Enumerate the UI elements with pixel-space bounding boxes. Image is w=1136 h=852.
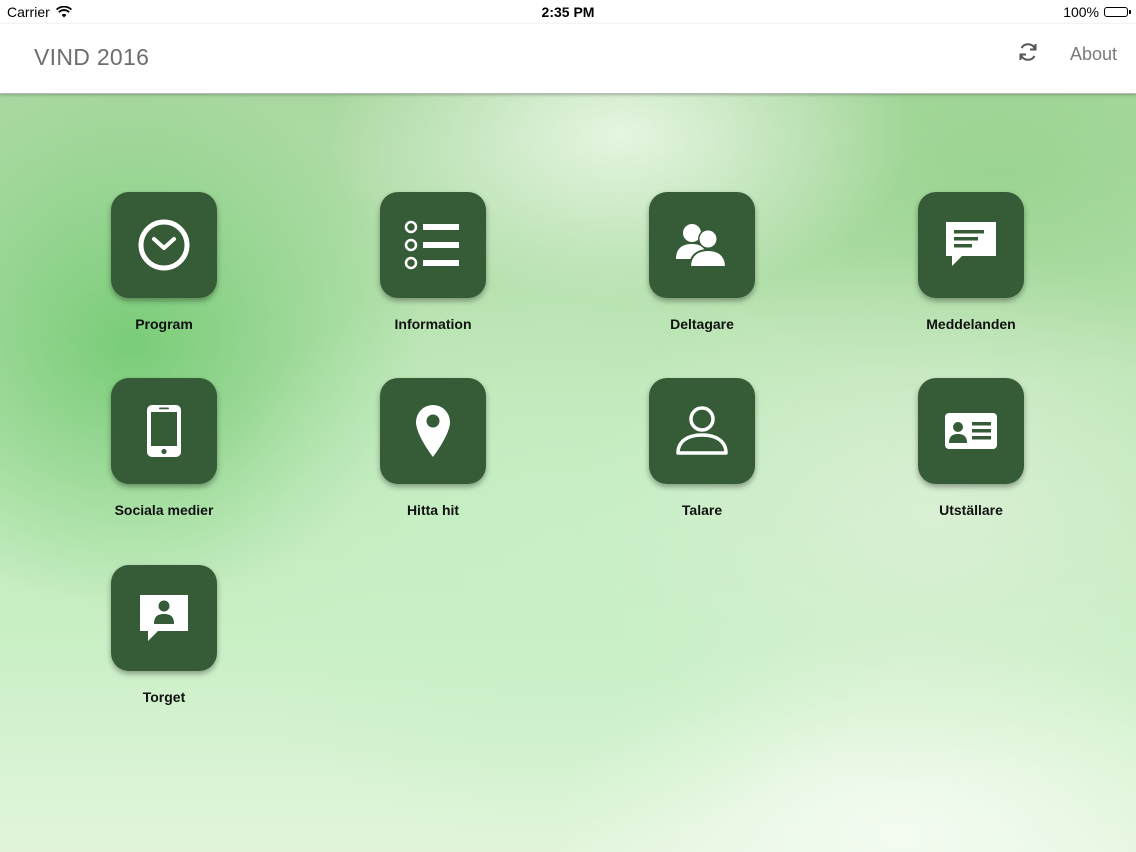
refresh-icon [1019,43,1037,61]
tile-sociala-medier[interactable]: Sociala medier [84,378,244,528]
tile-talare[interactable]: Talare [622,378,782,528]
tile-torget-icon-box [111,565,217,671]
battery-status: 100% [1063,4,1131,20]
list-icon [404,220,459,270]
tile-program-icon-box [111,192,217,298]
phone-icon [147,405,181,457]
battery-percent: 100% [1063,4,1099,20]
tile-sociala-medier-icon-box [111,378,217,484]
tile-utstallare[interactable]: Utställare [891,378,1051,528]
main-content: Program Information Deltagare Meddelande… [0,94,1136,852]
tile-deltagare-icon-box [649,192,755,298]
id-card-icon [945,413,997,449]
tile-label: Deltagare [670,316,734,332]
chat-person-icon [140,595,188,641]
battery-icon [1104,7,1131,17]
tile-label: Torget [142,689,186,705]
tile-deltagare[interactable]: Deltagare [622,192,782,342]
tile-information-icon-box [380,192,486,298]
tile-utstallare-icon-box [918,378,1024,484]
tile-label: Utställare [939,502,1003,518]
tile-information[interactable]: Information [353,192,513,342]
navigation-bar: VIND 2016 About [0,24,1136,94]
tile-hitta-hit-icon-box [380,378,486,484]
tile-meddelanden-icon-box [918,192,1024,298]
app-title: VIND 2016 [34,44,150,70]
tile-label: Meddelanden [926,316,1016,332]
tile-label: Hitta hit [406,502,460,518]
message-icon [946,222,996,266]
about-button[interactable]: About [1070,44,1117,65]
person-icon [676,406,728,455]
tile-program[interactable]: Program [84,192,244,342]
refresh-button[interactable] [1016,40,1040,64]
tile-label: Talare [681,502,723,518]
tile-label: Sociala medier [114,502,214,518]
location-pin-icon [416,405,450,457]
status-bar: Carrier 2:35 PM 100% [0,0,1136,24]
tile-torget[interactable]: Torget [84,565,244,715]
people-icon [676,224,728,268]
tile-talare-icon-box [649,378,755,484]
status-time: 2:35 PM [541,4,595,20]
clock-icon [138,219,190,271]
tile-label: Program [135,316,193,332]
tile-meddelanden[interactable]: Meddelanden [891,192,1051,342]
tile-label: Information [394,316,472,332]
tile-hitta-hit[interactable]: Hitta hit [353,378,513,528]
